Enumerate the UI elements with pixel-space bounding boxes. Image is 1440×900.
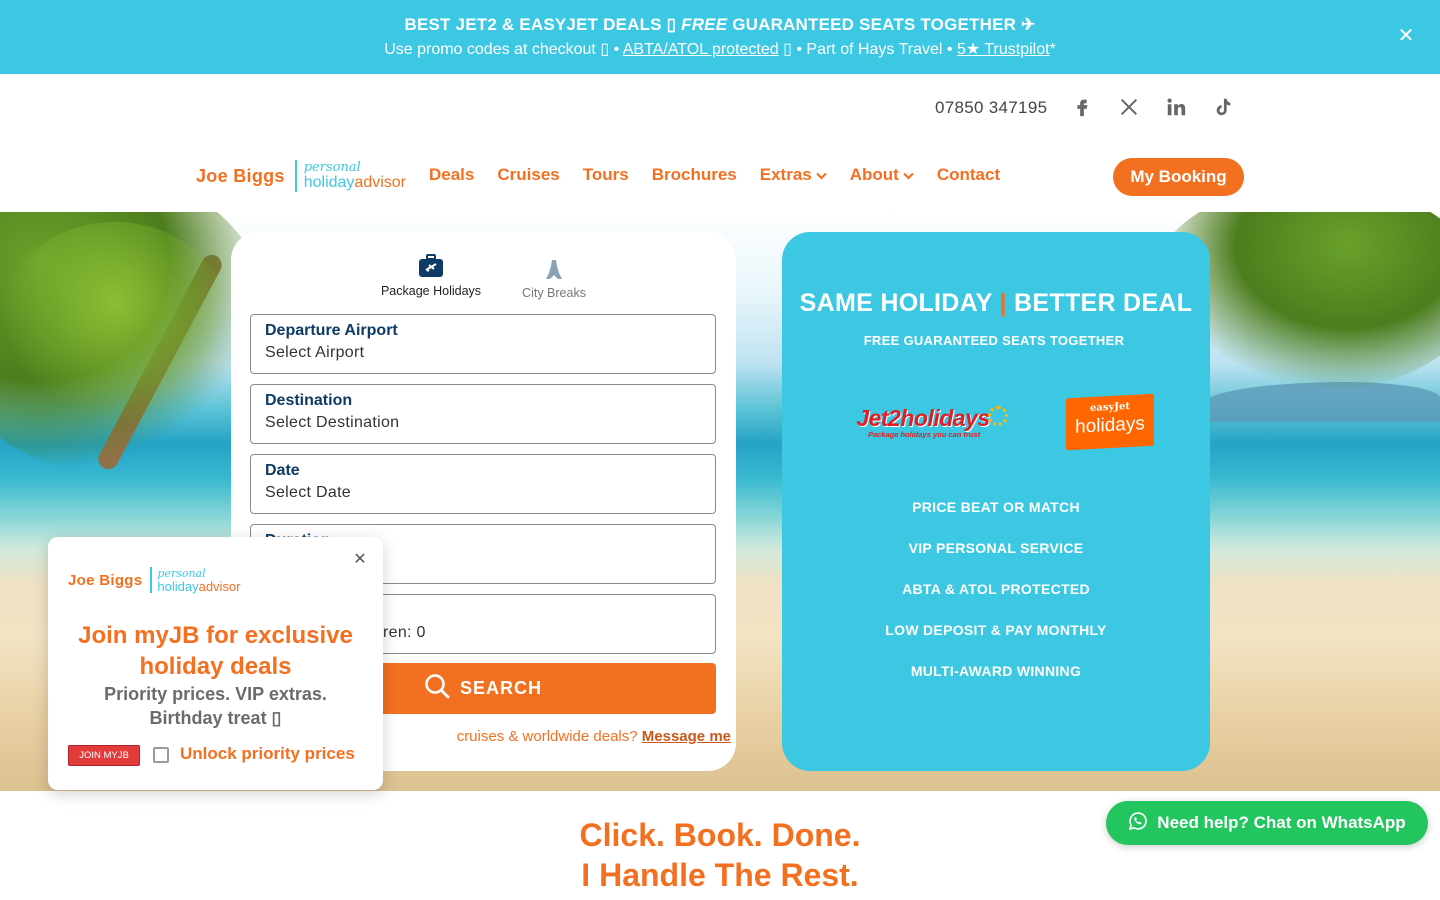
departure-airport-field[interactable]: Departure Airport Select Airport [250,314,716,374]
phone-number[interactable]: 07850 347195 [935,98,1047,118]
nav-tours[interactable]: Tours [583,165,629,185]
promo-title: SAME HOLIDAY | BETTER DEAL [782,289,1210,318]
popup-logo-advisor: advisor [198,578,241,594]
logo-tag-advisor: advisor [354,174,406,191]
nav-brochures[interactable]: Brochures [652,165,737,185]
banner-headline: BEST JET2 & EASYJET DEALS ▯ FREE GUARANT… [0,15,1440,35]
trustpilot-link[interactable]: 5★ Trustpilot [957,41,1050,58]
promo-card: SAME HOLIDAY | BETTER DEAL FREE GUARANTE… [782,232,1210,771]
nav-about-label: About [849,165,899,184]
popup-logo-tagline: personal holidayadvisor [157,568,240,593]
feature-item: LOW DEPOSIT & PAY MONTHLY [885,622,1107,638]
feature-item: ABTA & ATOL PROTECTED [902,581,1090,597]
jet2-logo-tagline: Package holidays you can trust [867,430,981,439]
destination-label: Destination [265,392,353,409]
easyjet-logo-holidays: holidays [1075,413,1145,438]
site-logo[interactable]: Joe Biggs personal holidayadvisor [196,158,406,194]
tiktok-icon[interactable] [1211,96,1235,120]
feature-item: VIP PERSONAL SERVICE [908,540,1084,556]
jet2-holidays-logo: Jet2holidays Package holidays you can tr… [838,406,1008,448]
date-value: Select Date [265,484,352,501]
chevron-down-icon [903,171,914,183]
banner-subline-text: ▯ • Part of Hays Travel • [778,41,957,58]
banner-subline-text: Use promo codes at checkout ▯ • [384,41,623,58]
easyjet-holidays-logo: easyJet holidays [1066,393,1154,451]
popup-logo-holiday: holiday [157,578,199,594]
feature-item: MULTI-AWARD WINNING [910,663,1082,679]
date-field[interactable]: Date Select Date [250,454,716,514]
search-button-label: SEARCH [459,678,542,698]
jet2-logo-word: Jet2holidays [838,406,1008,430]
logo-divider [294,160,297,192]
abta-atol-link[interactable]: ABTA/ATOL protected [623,41,779,58]
popup-logo-script: personal [157,566,206,580]
jet2-sun-icon [988,406,1008,426]
logo-tagline: personal holidayadvisor [304,161,406,191]
promo-banner: BEST JET2 & EASYJET DEALS ▯ FREE GUARANT… [0,0,1440,74]
banner-free-text: FREE [681,15,728,34]
logo-name: Joe Biggs [196,165,285,186]
popup-logo-name: Joe Biggs [68,571,143,589]
linkedin-icon[interactable] [1164,96,1188,120]
suitcase-plane-icon [371,254,491,281]
unlock-priority-checkbox[interactable] [153,747,169,763]
tab-city-breaks[interactable]: City Breaks [511,254,597,300]
logo-tag-holiday: holiday [303,174,355,191]
nav-deals[interactable]: Deals [429,165,474,185]
logo-script-text: personal [303,160,361,175]
tab-package-holidays-label: Package Holidays [380,284,482,298]
whatsapp-button-label: Need help? Chat on WhatsApp [1157,813,1406,832]
banner-headline-part: GUARANTEED SEATS TOGETHER ✈ [727,15,1036,34]
tagline-line-2: I Handle The Rest. [581,857,859,893]
banner-headline-part: BEST JET2 & EASYJET DEALS ▯ [404,15,682,34]
main-nav: Deals Cruises Tours Brochures Extras Abo… [429,165,1000,185]
join-myjb-button[interactable]: JOIN MYJB [68,745,140,766]
myjb-signup-popup: ✕ Joe Biggs personal holidayadvisor Join… [48,537,383,790]
departure-airport-label: Departure Airport [265,322,398,339]
tab-city-breaks-label: City Breaks [522,286,586,300]
destination-field[interactable]: Destination Select Destination [250,384,716,444]
popup-logo-divider [150,567,153,593]
popup-close-icon[interactable]: ✕ [353,551,367,567]
nav-extras-label: Extras [759,165,812,184]
promo-subtitle: FREE GUARANTEED SEATS TOGETHER [863,333,1125,348]
whatsapp-icon [1128,811,1157,836]
promo-title-separator: | [999,289,1007,317]
banner-subline: Use promo codes at checkout ▯ • ABTA/ATO… [0,39,1440,59]
unlock-priority-label[interactable]: Unlock priority prices [180,744,355,764]
popup-heading: Join myJB for exclusive holiday deals [78,622,353,680]
facebook-icon[interactable] [1070,96,1094,120]
jet2-logo-holidays: holidays [900,405,990,431]
date-label: Date [265,462,300,479]
popup-logo-tag-text: holidayadvisor [157,580,240,593]
search-icon [424,673,460,704]
banner-close-icon[interactable]: ✕ [1396,25,1416,45]
promo-title-a: SAME HOLIDAY [799,289,993,317]
hero-palm-left-fronds [0,222,230,422]
x-icon[interactable] [1117,96,1141,120]
feature-item: PRICE BEAT OR MATCH [912,499,1080,515]
nav-extras[interactable]: Extras [760,165,827,185]
jet2-logo-jet2: Jet2 [856,405,901,431]
destination-value: Select Destination [265,414,400,431]
promo-title-b: BETTER DEAL [1014,289,1193,317]
logo-tag-text: holidayadvisor [304,175,406,191]
tab-package-holidays[interactable]: Package Holidays [371,254,491,298]
banner-subline-text: * [1049,41,1056,58]
eiffel-tower-icon [511,254,597,283]
message-me-link[interactable]: Message me [642,728,731,745]
popup-body: Priority prices. VIP extras. Birthday tr… [104,684,327,728]
nav-about[interactable]: About [850,165,914,185]
nav-cruises[interactable]: Cruises [497,165,559,185]
search-note-text: cruises & worldwide deals? [456,728,642,745]
my-booking-button[interactable]: My Booking [1113,158,1244,196]
chevron-down-icon [815,171,827,183]
departure-airport-value: Select Airport [265,344,365,361]
whatsapp-chat-button[interactable]: Need help? Chat on WhatsApp [1106,801,1428,845]
nav-contact[interactable]: Contact [937,165,1000,185]
popup-logo: Joe Biggs personal holidayadvisor [68,567,241,593]
